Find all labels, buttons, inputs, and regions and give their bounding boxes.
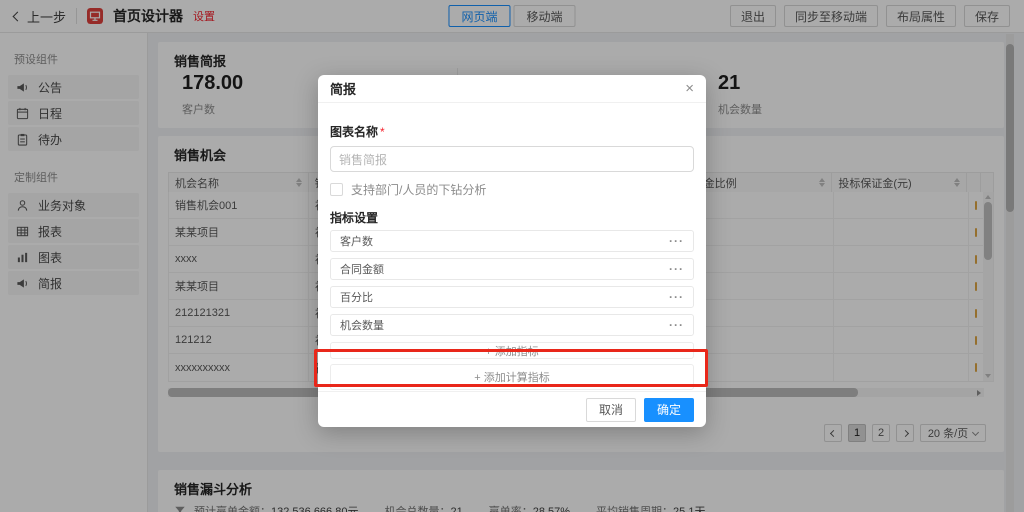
indicator-settings-label: 指标设置 xyxy=(330,209,694,226)
homepage-designer-screen: 上一步 首页设计器 设置 网页端 移动端 退出 同步至移动端 布局属性 保存 预… xyxy=(0,0,1024,512)
drill-down-option: 支持部门/人员的下钻分析 xyxy=(330,181,694,198)
indicator-item-percentage[interactable]: 百分比 ··· xyxy=(330,286,694,308)
required-asterisk: * xyxy=(380,125,385,139)
modal-title: 简报 xyxy=(330,79,356,98)
indicator-item-customers[interactable]: 客户数 ··· xyxy=(330,230,694,252)
more-icon[interactable]: ··· xyxy=(669,290,684,304)
brief-settings-modal: 简报 × 图表名称* 支持部门/人员的下钻分析 指标设置 客户数 ··· 合同金… xyxy=(318,75,706,427)
close-icon[interactable]: × xyxy=(685,81,694,96)
cancel-button[interactable]: 取消 xyxy=(586,398,636,422)
add-calc-indicator-button[interactable]: + 添加计算指标 xyxy=(330,364,694,390)
add-indicator-button[interactable]: + 添加指标 xyxy=(330,342,694,359)
drill-down-checkbox[interactable] xyxy=(330,183,343,196)
more-icon[interactable]: ··· xyxy=(669,262,684,276)
more-icon[interactable]: ··· xyxy=(669,318,684,332)
drill-down-label: 支持部门/人员的下钻分析 xyxy=(351,181,486,198)
indicator-item-contract-amount[interactable]: 合同金额 ··· xyxy=(330,258,694,280)
indicator-list: 客户数 ··· 合同金额 ··· 百分比 ··· 机会数量 ··· xyxy=(330,230,694,336)
chart-name-label: 图表名称* xyxy=(330,123,694,140)
confirm-button[interactable]: 确定 xyxy=(644,398,694,422)
chart-name-input[interactable] xyxy=(330,146,694,172)
more-icon[interactable]: ··· xyxy=(669,234,684,248)
indicator-item-opportunity-count[interactable]: 机会数量 ··· xyxy=(330,314,694,336)
modal-header: 简报 × xyxy=(318,75,706,103)
modal-footer: 取消 确定 xyxy=(318,391,706,427)
